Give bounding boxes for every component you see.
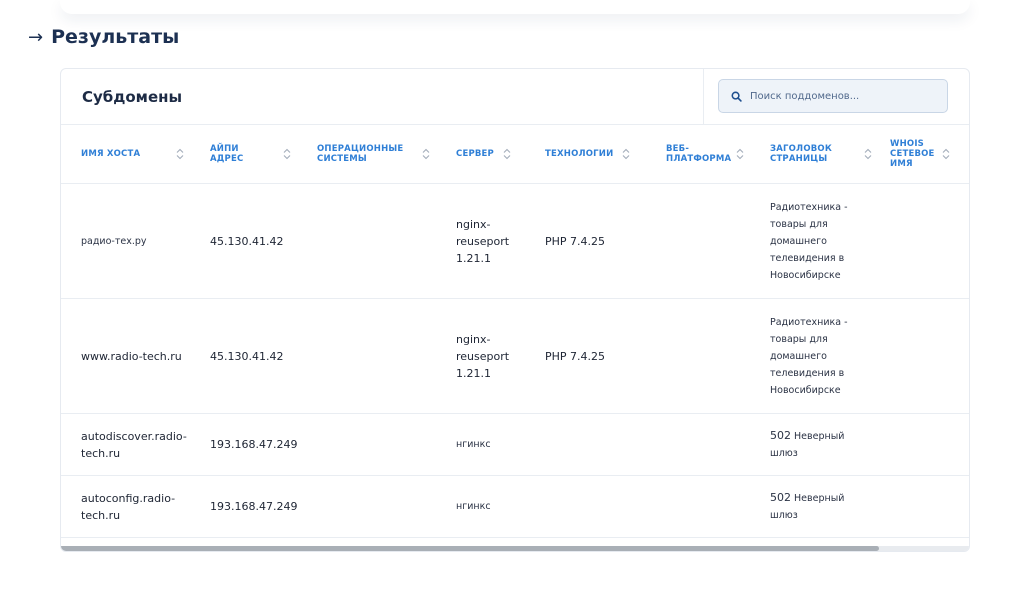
column-header-whois[interactable]: WHOIS СЕТЕВОЕ ИМЯ	[878, 125, 969, 184]
sort-chevrons-icon[interactable]	[736, 148, 744, 160]
cell-os	[297, 413, 436, 476]
cell-whois	[878, 183, 969, 299]
cell-page-title: 502 Неверный шлюз	[750, 475, 878, 538]
cell-web-platform	[646, 298, 750, 414]
column-header-web-platform[interactable]: ВЕБ- ПЛАТФОРМА	[646, 125, 750, 184]
cell-whois	[878, 413, 969, 476]
column-header-ip[interactable]: АЙПИ АДРЕС	[190, 125, 297, 184]
status-code: 502	[770, 491, 791, 504]
cell-hostname: www.radio-tech.ru	[61, 298, 190, 414]
cell-ip: 193.168.47.249	[190, 475, 297, 538]
column-label: ТЕХНОЛОГИИ	[545, 149, 614, 159]
sort-chevrons-icon[interactable]	[864, 148, 872, 160]
header-divider	[703, 69, 704, 124]
cell-server: нгинкс	[436, 413, 525, 476]
cell-ip: 45.130.41.42	[190, 183, 297, 299]
table-row: autoconfig.radio-tech.ru 193.168.47.249 …	[61, 475, 969, 538]
table-row: autodiscover.radio-tech.ru 193.168.47.24…	[61, 413, 969, 476]
cell-os	[297, 298, 436, 414]
cell-hostname: autoconfig.radio-tech.ru	[61, 475, 190, 538]
cell-hostname: autodiscover.radio-tech.ru	[61, 413, 190, 476]
search-icon	[731, 91, 742, 102]
cell-server: nginx-reuseport 1.21.1	[436, 298, 525, 414]
cell-page-title: Радиотехника - товары для домашнего теле…	[750, 298, 878, 414]
cell-web-platform	[646, 413, 750, 476]
column-label: WHOIS СЕТЕВОЕ ИМЯ	[890, 139, 935, 169]
cell-web-platform	[646, 475, 750, 538]
status-code: 502	[770, 429, 791, 442]
subdomain-search[interactable]	[718, 79, 948, 113]
cell-ip: 45.130.41.42	[190, 298, 297, 414]
subdomains-table: ИМЯ ХОСТА АЙПИ АДРЕС ОПЕРАЦИОННЫЕ СИСТЕМ…	[61, 125, 969, 538]
cell-page-title: 502 Неверный шлюз	[750, 413, 878, 476]
cell-os	[297, 475, 436, 538]
sort-chevrons-icon[interactable]	[942, 148, 950, 160]
column-label: ИМЯ ХОСТА	[81, 149, 141, 159]
scrollbar-thumb[interactable]	[61, 546, 879, 551]
cell-ip: 193.168.47.249	[190, 413, 297, 476]
cell-server: нгинкс	[436, 475, 525, 538]
column-header-server[interactable]: СЕРВЕР	[436, 125, 525, 184]
card-header: Субдомены	[61, 69, 969, 125]
section-heading: → Результаты	[28, 26, 179, 48]
sort-chevrons-icon[interactable]	[422, 148, 430, 160]
cell-technologies: PHP 7.4.25	[525, 298, 646, 414]
cell-page-title: Радиотехника - товары для домашнего теле…	[750, 183, 878, 299]
column-label: ВЕБ- ПЛАТФОРМА	[666, 144, 732, 164]
column-header-os[interactable]: ОПЕРАЦИОННЫЕ СИСТЕМЫ	[297, 125, 436, 184]
previous-panel-edge	[60, 0, 970, 14]
subdomains-card: Субдомены ИМЯ ХОСТА	[60, 68, 970, 552]
cell-whois	[878, 298, 969, 414]
sort-chevrons-icon[interactable]	[283, 148, 291, 160]
column-label: ЗАГОЛОВОК СТРАНИЦЫ	[770, 144, 832, 164]
cell-web-platform	[646, 183, 750, 299]
column-header-hostname[interactable]: ИМЯ ХОСТА	[61, 125, 190, 184]
column-label: АЙПИ АДРЕС	[210, 144, 244, 164]
arrow-right-icon: →	[28, 26, 44, 48]
table-row: www.radio-tech.ru 45.130.41.42 nginx-reu…	[61, 298, 969, 414]
table-row: радио-тех.ру 45.130.41.42 nginx-reusepor…	[61, 183, 969, 299]
sort-chevrons-icon[interactable]	[176, 148, 184, 160]
search-input[interactable]	[748, 89, 942, 103]
sort-chevrons-icon[interactable]	[622, 148, 630, 160]
section-title: Результаты	[51, 26, 180, 48]
cell-technologies	[525, 413, 646, 476]
cell-technologies	[525, 475, 646, 538]
cell-whois	[878, 475, 969, 538]
cell-server: nginx-reuseport 1.21.1	[436, 183, 525, 299]
column-label: ОПЕРАЦИОННЫЕ СИСТЕМЫ	[317, 144, 404, 164]
card-title: Субдомены	[82, 88, 183, 106]
cell-os	[297, 183, 436, 299]
column-header-technologies[interactable]: ТЕХНОЛОГИИ	[525, 125, 646, 184]
cell-technologies: PHP 7.4.25	[525, 183, 646, 299]
sort-chevrons-icon[interactable]	[503, 148, 511, 160]
column-header-page-title[interactable]: ЗАГОЛОВОК СТРАНИЦЫ	[750, 125, 878, 184]
cell-hostname: радио-тех.ру	[61, 183, 190, 299]
table-header-row: ИМЯ ХОСТА АЙПИ АДРЕС ОПЕРАЦИОННЫЕ СИСТЕМ…	[61, 125, 969, 184]
column-label: СЕРВЕР	[456, 149, 494, 159]
horizontal-scrollbar[interactable]	[61, 546, 969, 551]
